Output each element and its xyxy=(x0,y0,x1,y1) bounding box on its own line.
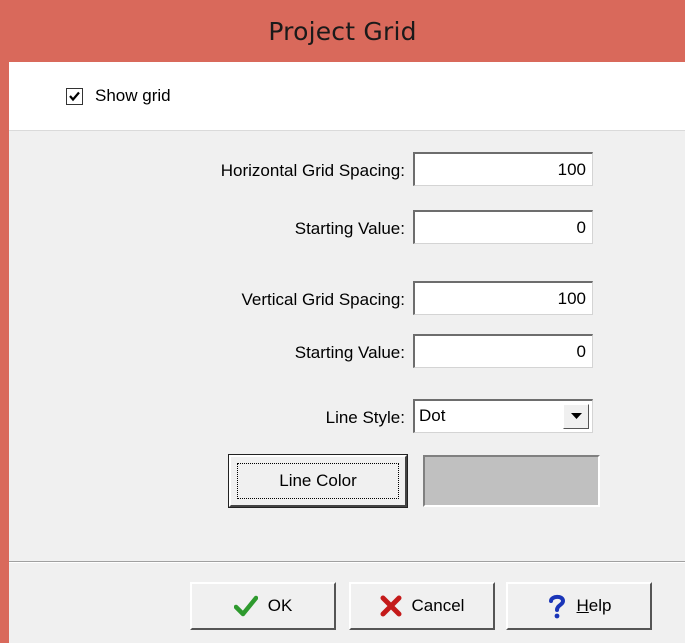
vertical-starting-value-input[interactable]: 0 xyxy=(413,334,593,368)
line-style-value: Dot xyxy=(419,406,446,425)
show-grid-checkbox[interactable] xyxy=(66,88,83,105)
x-icon xyxy=(380,595,402,617)
line-color-swatch[interactable] xyxy=(423,455,600,507)
cancel-button-label: Cancel xyxy=(411,596,465,615)
question-mark-icon xyxy=(547,593,567,619)
ok-button-label: OK xyxy=(267,596,293,615)
horizontal-starting-value-input[interactable]: 0 xyxy=(413,210,593,244)
help-button[interactable]: Help xyxy=(506,582,652,630)
horizontal-starting-value-label: Starting Value: xyxy=(294,219,405,238)
line-style-select[interactable]: Dot xyxy=(413,399,593,433)
line-color-button[interactable]: Line Color xyxy=(228,454,408,508)
checkmark-icon xyxy=(233,595,258,617)
cancel-button[interactable]: Cancel xyxy=(349,582,495,630)
window-title: Project Grid xyxy=(268,16,417,46)
line-style-label: Line Style: xyxy=(325,408,405,427)
horizontal-grid-spacing-label: Horizontal Grid Spacing: xyxy=(220,161,405,180)
vertical-grid-spacing-input[interactable]: 100 xyxy=(413,281,593,315)
vertical-starting-value-label: Starting Value: xyxy=(294,343,405,362)
ok-button[interactable]: OK xyxy=(190,582,336,630)
checkmark-icon xyxy=(69,91,80,102)
help-button-label: Help xyxy=(576,596,612,615)
show-grid-label[interactable]: Show grid xyxy=(95,86,171,106)
project-grid-dialog: Project Grid Show grid Horizontal Grid S… xyxy=(0,0,685,643)
chevron-down-icon[interactable] xyxy=(563,404,589,429)
horizontal-grid-spacing-input[interactable]: 100 xyxy=(413,152,593,186)
show-grid-section: Show grid xyxy=(9,62,685,131)
vertical-grid-spacing-label: Vertical Grid Spacing: xyxy=(241,290,405,309)
focus-ring xyxy=(237,463,399,499)
footer-divider xyxy=(9,561,685,563)
title-bar[interactable]: Project Grid xyxy=(0,0,685,62)
